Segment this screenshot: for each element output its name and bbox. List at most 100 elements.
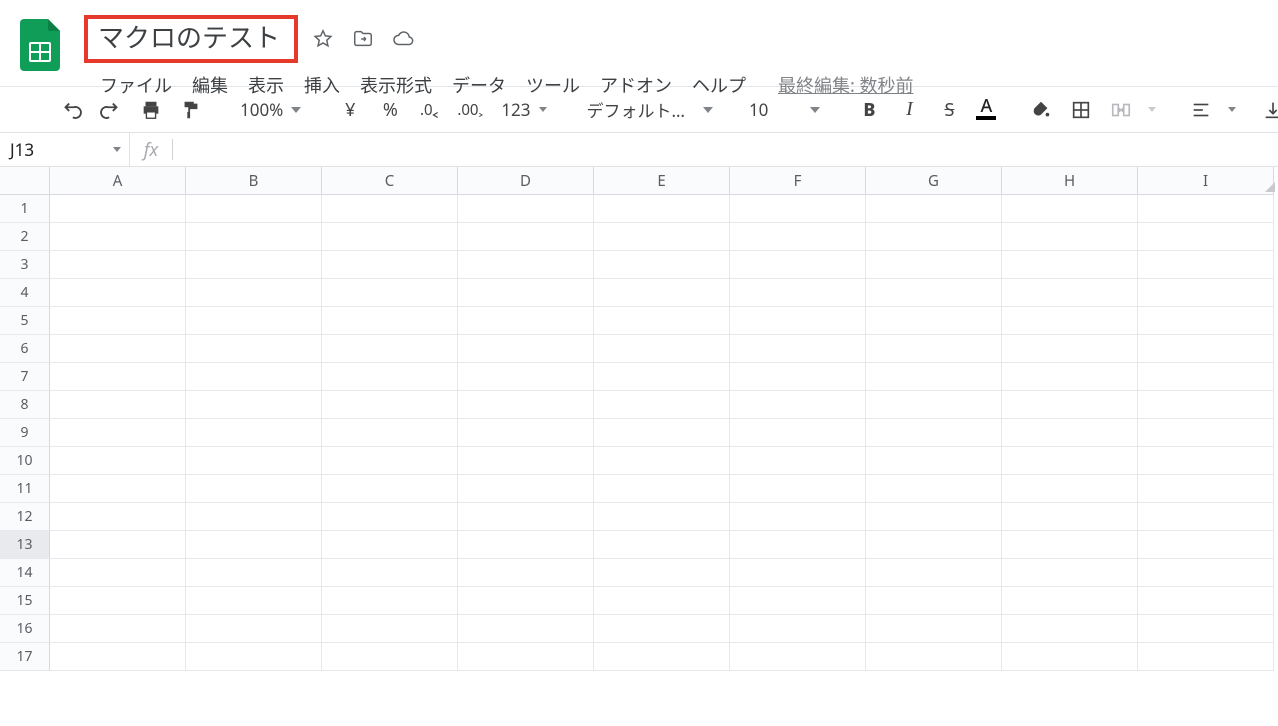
cell[interactable]	[730, 587, 866, 615]
cell[interactable]	[1002, 223, 1138, 251]
fill-color-button[interactable]	[1028, 97, 1054, 123]
cell[interactable]	[1138, 587, 1274, 615]
cell[interactable]	[322, 531, 458, 559]
cell[interactable]	[866, 279, 1002, 307]
cell[interactable]	[50, 615, 186, 643]
cell[interactable]	[594, 419, 730, 447]
cell[interactable]	[1138, 643, 1274, 671]
cell[interactable]	[1138, 251, 1274, 279]
cell[interactable]	[1002, 335, 1138, 363]
row-header[interactable]: 12	[0, 503, 50, 531]
cell[interactable]	[458, 279, 594, 307]
cell[interactable]	[1138, 391, 1274, 419]
cell[interactable]	[1002, 447, 1138, 475]
cell[interactable]	[458, 391, 594, 419]
cell[interactable]	[594, 559, 730, 587]
cell[interactable]	[1002, 531, 1138, 559]
cell[interactable]	[186, 503, 322, 531]
cell[interactable]	[1138, 447, 1274, 475]
cell[interactable]	[186, 307, 322, 335]
cell[interactable]	[1002, 503, 1138, 531]
cell[interactable]	[50, 363, 186, 391]
cell[interactable]	[50, 279, 186, 307]
cell[interactable]	[594, 335, 730, 363]
text-color-button[interactable]: A	[976, 99, 996, 120]
cell[interactable]	[50, 531, 186, 559]
cell[interactable]	[1138, 531, 1274, 559]
cell[interactable]	[594, 251, 730, 279]
cell[interactable]	[50, 587, 186, 615]
cell[interactable]	[322, 447, 458, 475]
row-header[interactable]: 1	[0, 195, 50, 223]
cell[interactable]	[50, 307, 186, 335]
cell[interactable]	[1002, 195, 1138, 223]
cell[interactable]	[866, 503, 1002, 531]
cell[interactable]	[1138, 559, 1274, 587]
cell[interactable]	[458, 531, 594, 559]
cell[interactable]	[458, 643, 594, 671]
cell[interactable]	[594, 587, 730, 615]
cell[interactable]	[866, 643, 1002, 671]
cell[interactable]	[730, 419, 866, 447]
cell[interactable]	[1138, 503, 1274, 531]
cloud-saved-icon[interactable]	[392, 28, 414, 50]
cell[interactable]	[322, 615, 458, 643]
cell[interactable]	[186, 531, 322, 559]
cell[interactable]	[1138, 223, 1274, 251]
cell[interactable]	[594, 531, 730, 559]
cell[interactable]	[1002, 391, 1138, 419]
star-icon[interactable]	[312, 28, 334, 50]
select-all-corner[interactable]	[0, 167, 50, 195]
cell[interactable]	[730, 531, 866, 559]
name-box[interactable]: J13	[0, 133, 130, 166]
col-header[interactable]: E	[594, 167, 730, 195]
borders-button[interactable]	[1068, 97, 1094, 123]
cell[interactable]	[50, 335, 186, 363]
cell[interactable]	[730, 279, 866, 307]
cell[interactable]	[866, 559, 1002, 587]
cell[interactable]	[322, 195, 458, 223]
vertical-align-button[interactable]	[1260, 97, 1278, 123]
cell[interactable]	[1002, 307, 1138, 335]
col-header[interactable]: F	[730, 167, 866, 195]
cell[interactable]	[458, 615, 594, 643]
cell[interactable]	[866, 223, 1002, 251]
cell[interactable]	[186, 643, 322, 671]
row-header[interactable]: 8	[0, 391, 50, 419]
cell[interactable]	[322, 503, 458, 531]
cell[interactable]	[1138, 615, 1274, 643]
cell[interactable]	[322, 587, 458, 615]
cell[interactable]	[322, 419, 458, 447]
cell[interactable]	[50, 419, 186, 447]
menu-edit[interactable]: 編集	[182, 68, 238, 102]
cell[interactable]	[50, 559, 186, 587]
cell[interactable]	[186, 587, 322, 615]
row-header[interactable]: 3	[0, 251, 50, 279]
cell[interactable]	[322, 251, 458, 279]
col-header[interactable]: H	[1002, 167, 1138, 195]
col-header[interactable]: B	[186, 167, 322, 195]
cell[interactable]	[458, 475, 594, 503]
cell[interactable]	[186, 615, 322, 643]
cell[interactable]	[1138, 363, 1274, 391]
cell[interactable]	[730, 391, 866, 419]
cell[interactable]	[730, 335, 866, 363]
row-header[interactable]: 2	[0, 223, 50, 251]
undo-button[interactable]	[58, 97, 84, 123]
last-edit-link[interactable]: 最終編集: 数秒前	[778, 72, 914, 98]
cell[interactable]	[458, 587, 594, 615]
cell[interactable]	[50, 447, 186, 475]
cell[interactable]	[186, 447, 322, 475]
document-title[interactable]: マクロのテスト	[84, 15, 298, 63]
col-header[interactable]: A	[50, 167, 186, 195]
cells-area[interactable]	[50, 195, 1278, 725]
cell[interactable]	[50, 195, 186, 223]
menu-tools[interactable]: ツール	[516, 68, 590, 102]
cell[interactable]	[458, 335, 594, 363]
cell[interactable]	[1138, 307, 1274, 335]
cell[interactable]	[866, 587, 1002, 615]
cell[interactable]	[322, 475, 458, 503]
cell[interactable]	[730, 251, 866, 279]
cell[interactable]	[730, 447, 866, 475]
cell[interactable]	[594, 447, 730, 475]
